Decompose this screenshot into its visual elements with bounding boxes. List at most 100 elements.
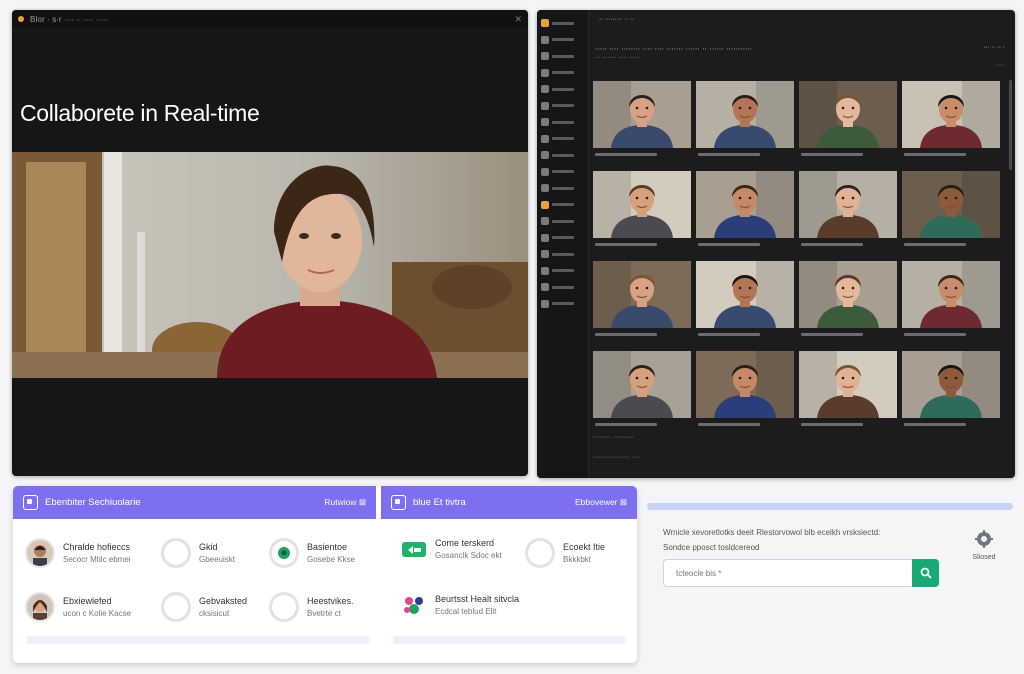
sidebar-item-icon — [541, 151, 549, 159]
participant-name-label — [904, 153, 966, 156]
page-heading: Collaborete in Real-time — [20, 100, 260, 126]
sidebar-item[interactable] — [537, 49, 588, 63]
sidebar-item-icon — [541, 85, 549, 93]
sidebar-item[interactable] — [537, 33, 588, 47]
participant-video-tile[interactable] — [902, 351, 1000, 418]
avatar — [25, 592, 55, 622]
sidebar-item[interactable] — [537, 148, 588, 162]
participant-video-tile[interactable] — [593, 261, 691, 328]
sidebar-item-label — [552, 120, 574, 124]
avatar-placeholder — [525, 538, 555, 568]
user-item[interactable]: Ecoekt Itie Bkkkbkt — [525, 538, 605, 568]
sidebar-item[interactable] — [537, 280, 588, 294]
sidebar-item[interactable] — [537, 214, 588, 228]
scrollbar[interactable] — [1009, 80, 1012, 170]
gear-icon — [975, 530, 993, 548]
sidebar-item[interactable] — [537, 198, 588, 212]
participant-name-label — [595, 243, 657, 246]
user-item[interactable]: Come terskerd Gosanclk Sdoc ekt — [401, 538, 502, 560]
user-status: Gbeeuiskt — [199, 555, 236, 564]
settings-button[interactable]: Sliosed — [962, 530, 1006, 561]
settings-label: Sliosed — [972, 554, 996, 561]
sidebar-item-icon — [541, 283, 549, 291]
user-status: Ecdcal teblud Elit — [435, 607, 497, 616]
participant-video-tile[interactable] — [593, 81, 691, 148]
user-item[interactable]: Basientoe Gosebe Kkse — [269, 538, 355, 568]
avatar-placeholder — [269, 592, 299, 622]
toolbar-line: ∙∙∙∙∙ ∙∙∙∙ ∙∙∙∙∙∙∙∙ ∙∙∙∙ ∙∙∙∙ ∙∙∙∙∙∙∙ ∙∙… — [595, 44, 753, 53]
sidebar-item-icon — [541, 101, 549, 110]
user-status: Gosanclk Sdoc ekt — [435, 551, 502, 560]
sidebar-item-label — [552, 71, 574, 74]
user-name: Chralde hofieccs — [63, 542, 131, 552]
sidebar-item[interactable] — [537, 66, 588, 80]
sidebar-item[interactable] — [537, 99, 588, 113]
participant-video-tile[interactable] — [799, 351, 897, 418]
gallery-footer-line-2: ∙∙∙∙∙∙∙∙∙∙∙∙∙∙∙∙∙∙∙ ∙∙∙∙ — [593, 454, 640, 461]
sidebar-item-icon — [541, 52, 549, 60]
sidebar-item[interactable] — [537, 132, 588, 146]
close-icon[interactable]: ✕ — [514, 14, 522, 25]
main-video-window: Blor ∙ s∙r ∙∙∙∙ ∙∙ ∙∙∙∙ ∙∙∙∙∙ ✕ Collabor… — [12, 10, 528, 476]
participant-video-tile[interactable] — [696, 351, 794, 418]
user-name: Gkid — [199, 542, 218, 552]
speaker-video[interactable] — [12, 152, 528, 378]
toolbar-controls[interactable]: ∙∙∙ ∙∙ ∙∙ ∙ — [984, 44, 1005, 51]
participant-video-tile[interactable] — [799, 261, 897, 328]
sidebar-item-label — [552, 137, 574, 140]
right-card-title: blue Et tivtra — [413, 497, 466, 508]
participant-video-tile[interactable] — [799, 81, 897, 148]
sidebar-item[interactable] — [537, 181, 588, 195]
search-button[interactable] — [912, 559, 939, 587]
sidebar-item[interactable] — [537, 16, 588, 30]
user-item[interactable]: Ebxiewlefed ucon c Kolie Kacse — [25, 592, 131, 622]
sidebar-item[interactable] — [537, 115, 588, 129]
sidebar-item-icon — [541, 19, 549, 27]
sidebar-item-label — [552, 186, 574, 190]
participant-video-tile[interactable] — [696, 81, 794, 148]
calendar-icon — [23, 495, 38, 510]
video-call-icon — [401, 538, 427, 560]
gallery-toolbar: ∙∙ ∙∙∙∙∙∙∙∙∙ ∙∙ ∙∙ ∙∙∙∙∙ ∙∙∙∙ ∙∙∙∙∙∙∙∙ ∙… — [589, 10, 1015, 80]
chat-icon — [391, 495, 406, 510]
sidebar-item-label — [552, 87, 574, 91]
form-description-2: Sondce pposct tosldcereod — [663, 543, 760, 552]
user-status: Bvetrte ct — [307, 609, 341, 618]
right-card-action-button[interactable]: Ebbovewer ⊠ — [575, 497, 627, 508]
participant-video-tile[interactable] — [799, 171, 897, 238]
sidebar-item[interactable] — [537, 264, 588, 278]
window-title: Blor ∙ s∙r ∙∙∙∙ ∙∙ ∙∙∙∙ ∙∙∙∙∙ — [30, 14, 108, 24]
sidebar — [537, 10, 589, 478]
sidebar-item-icon — [541, 200, 549, 209]
participant-video-tile[interactable] — [696, 171, 794, 238]
user-item[interactable]: Beurtsst Healt sitvcla Ecdcal teblud Elit — [401, 592, 519, 618]
participant-name-label — [904, 333, 966, 336]
sidebar-item-icon — [541, 118, 549, 126]
user-item[interactable]: Heestvikes. Bvetrte ct — [269, 592, 354, 622]
user-name: Heestvikes. — [307, 596, 354, 606]
user-name: Beurtsst Healt sitvcla — [435, 594, 520, 604]
user-name: Basientoe — [307, 542, 348, 552]
sidebar-item-icon — [541, 35, 549, 44]
sidebar-item[interactable] — [537, 165, 588, 179]
participant-video-tile[interactable] — [902, 81, 1000, 148]
avatar-placeholder — [161, 538, 191, 568]
left-card-title: Ebenbiter Sechiuolarie — [45, 497, 141, 508]
participant-video-tile[interactable] — [902, 171, 1000, 238]
sidebar-item-label — [552, 153, 574, 157]
participant-video-tile[interactable] — [696, 261, 794, 328]
sidebar-item[interactable] — [537, 231, 588, 245]
user-item[interactable]: Gebvaksted cksisicut — [161, 592, 247, 622]
participant-video-tile[interactable] — [593, 171, 691, 238]
sidebar-item-icon — [541, 233, 549, 242]
user-item[interactable]: Chralde hofieccs Secocr Mtilc ebmei — [25, 538, 131, 568]
sidebar-item[interactable] — [537, 297, 588, 311]
participant-name-label — [698, 423, 760, 426]
user-item[interactable]: Gkid Gbeeuiskt — [161, 538, 235, 568]
sidebar-item[interactable] — [537, 82, 588, 96]
left-card-action-button[interactable]: Rutwiow ⊠ — [324, 497, 366, 508]
sidebar-item[interactable] — [537, 247, 588, 261]
search-input[interactable] — [663, 559, 913, 587]
participant-video-tile[interactable] — [902, 261, 1000, 328]
participant-video-tile[interactable] — [593, 351, 691, 418]
